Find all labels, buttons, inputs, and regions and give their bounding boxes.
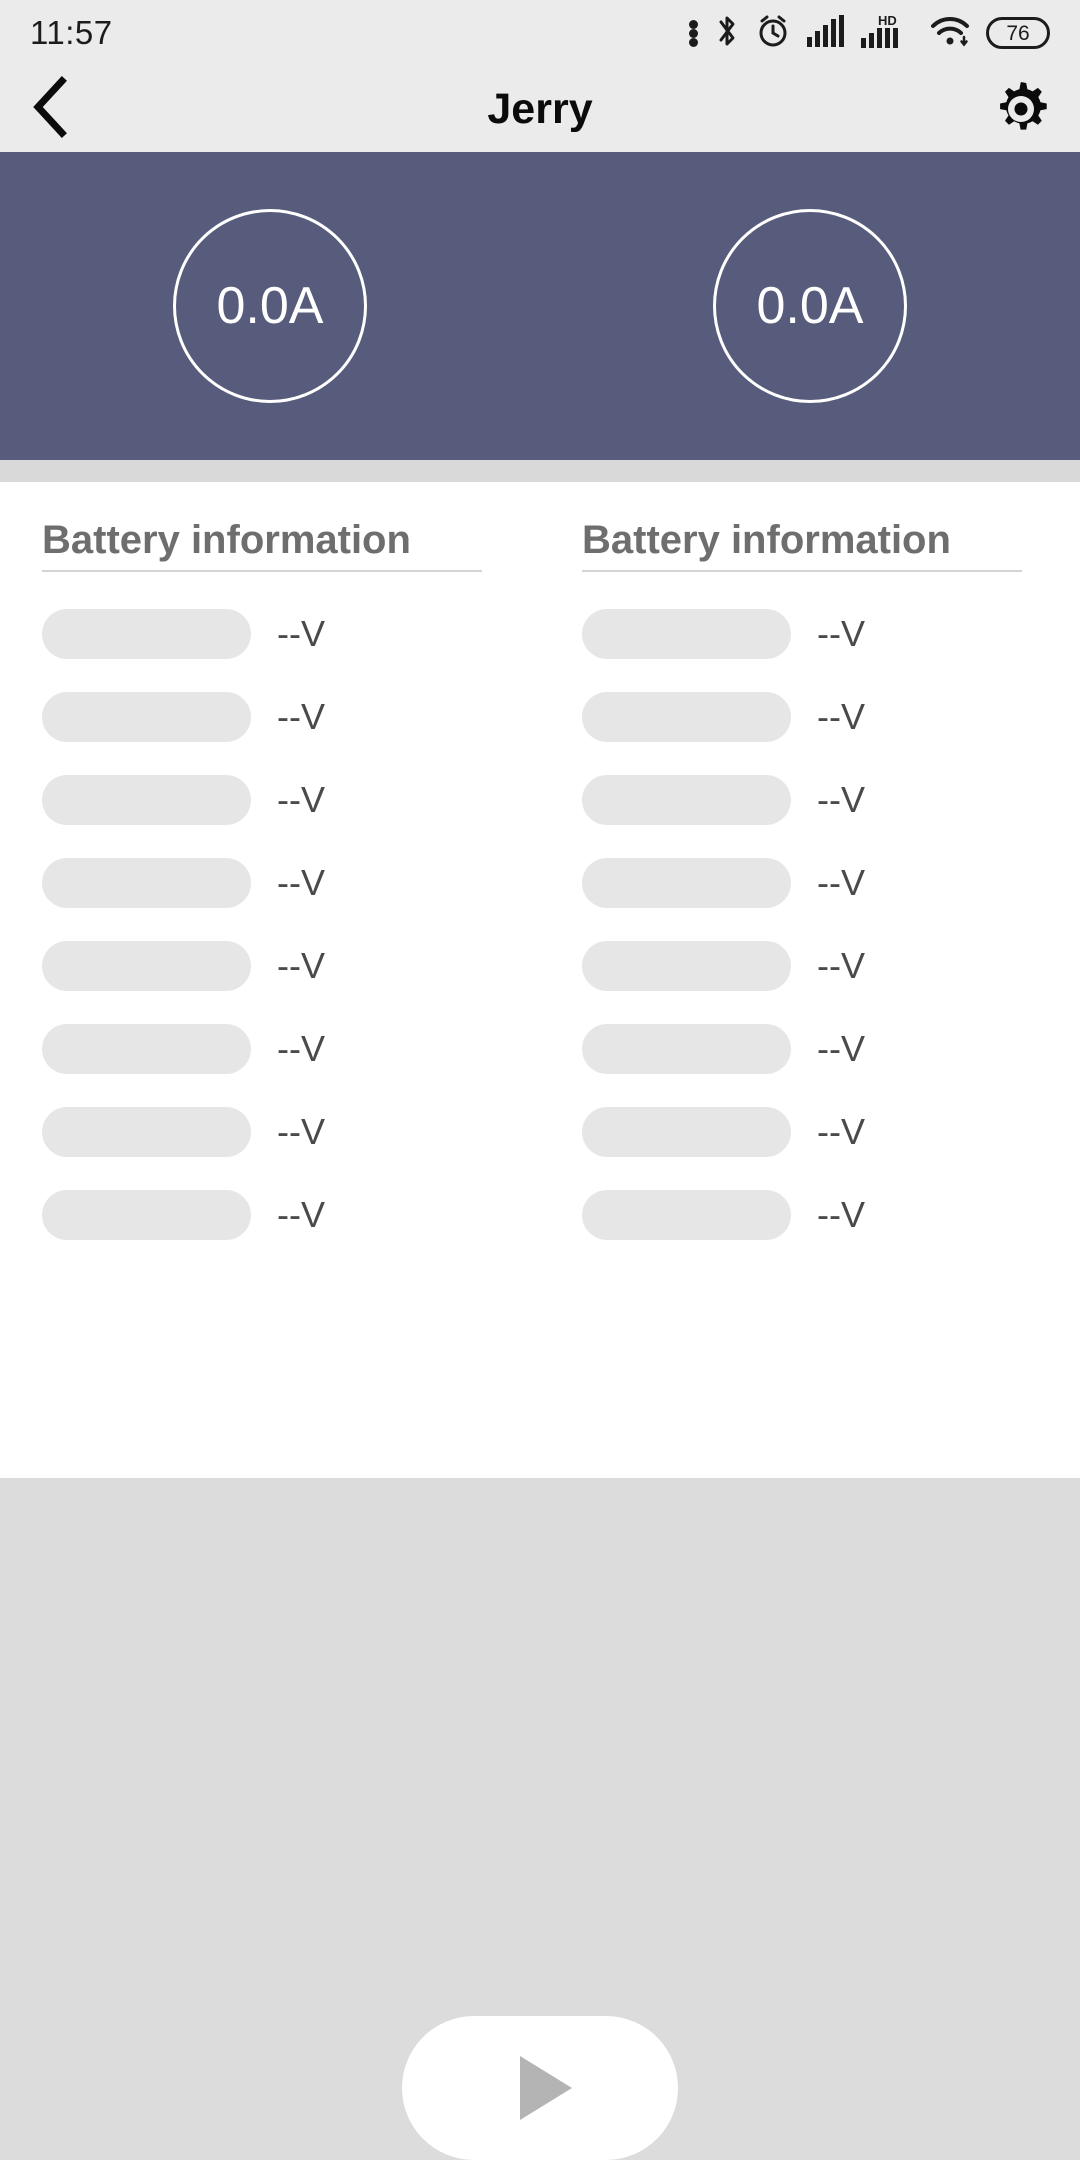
chevron-left-icon <box>28 75 74 143</box>
battery-column-left-heading: Battery information <box>42 518 411 562</box>
status-bar-icons: HD 76 <box>689 13 1050 53</box>
cell-voltage-label: --V <box>817 779 865 820</box>
battery-info-card: Battery information --V --V --V --V --V <box>0 482 1080 1478</box>
svg-text:HD: HD <box>878 14 897 28</box>
gauge-wrap-right: 0.0A <box>540 152 1080 460</box>
current-gauge-left[interactable]: 0.0A <box>173 209 367 403</box>
home-nav-button[interactable] <box>402 2016 678 2160</box>
cell-voltage-label: --V <box>277 1028 325 1069</box>
cell-level-bar <box>42 692 251 742</box>
battery-column-right-heading: Battery information <box>582 518 951 562</box>
cell-level-bar <box>582 775 791 825</box>
battery-column-right-rule <box>582 570 1022 572</box>
list-item[interactable]: --V <box>42 770 540 830</box>
list-item[interactable]: --V <box>42 687 540 747</box>
status-bar: 11:57 HD 76 <box>0 0 1080 66</box>
bluetooth-icon <box>714 14 740 53</box>
play-triangle-icon <box>520 2056 572 2120</box>
cell-level-bar <box>42 775 251 825</box>
battery-level-label: 76 <box>1006 21 1030 45</box>
cell-voltage-label: --V <box>277 1194 325 1235</box>
battery-cell-list-left: --V --V --V --V --V --V --V --V <box>42 604 540 1245</box>
cell-voltage-label: --V <box>277 779 325 820</box>
battery-status-icon: 76 <box>986 17 1050 49</box>
alarm-clock-icon <box>756 14 790 53</box>
list-item[interactable]: --V <box>582 1185 1080 1245</box>
list-item[interactable]: --V <box>582 853 1080 913</box>
settings-button[interactable] <box>982 74 1052 144</box>
current-gauge-right[interactable]: 0.0A <box>713 209 907 403</box>
cell-level-bar <box>582 692 791 742</box>
cell-level-bar <box>42 609 251 659</box>
status-bar-time: 11:57 <box>30 14 113 51</box>
list-item[interactable]: --V <box>582 1102 1080 1162</box>
list-item[interactable]: --V <box>42 604 540 664</box>
cell-voltage-label: --V <box>817 613 865 654</box>
app-bar: Jerry <box>0 66 1080 152</box>
cell-level-bar <box>582 858 791 908</box>
wifi-icon <box>930 15 970 52</box>
cell-voltage-label: --V <box>817 945 865 986</box>
hd-volte-signal-icon: HD <box>860 13 914 53</box>
cell-level-bar <box>582 941 791 991</box>
list-item[interactable]: --V <box>42 1185 540 1245</box>
cell-level-bar <box>42 858 251 908</box>
cell-level-bar <box>42 941 251 991</box>
cell-voltage-label: --V <box>817 696 865 737</box>
current-gauge-left-value: 0.0A <box>216 277 324 335</box>
list-item[interactable]: --V <box>582 1019 1080 1079</box>
battery-column-left: Battery information --V --V --V --V --V <box>0 482 540 1478</box>
page-title: Jerry <box>487 84 593 133</box>
cell-voltage-label: --V <box>277 1111 325 1152</box>
cell-voltage-label: --V <box>817 1111 865 1152</box>
battery-cell-list-right: --V --V --V --V --V --V --V --V <box>582 604 1080 1245</box>
cellular-signal-icon <box>806 14 844 52</box>
notification-dots-icon <box>689 19 698 47</box>
gauge-wrap-left: 0.0A <box>0 152 540 460</box>
list-item[interactable]: --V <box>582 604 1080 664</box>
cell-voltage-label: --V <box>277 862 325 903</box>
cell-level-bar <box>582 1190 791 1240</box>
list-item[interactable]: --V <box>582 687 1080 747</box>
battery-column-right: Battery information --V --V --V --V --V <box>540 482 1080 1478</box>
list-item[interactable]: --V <box>42 853 540 913</box>
list-item[interactable]: --V <box>582 770 1080 830</box>
bottom-empty-area <box>0 1478 1080 2160</box>
cell-voltage-label: --V <box>817 862 865 903</box>
list-item[interactable]: --V <box>582 936 1080 996</box>
current-gauge-right-value: 0.0A <box>756 277 864 335</box>
list-item[interactable]: --V <box>42 1019 540 1079</box>
cell-level-bar <box>42 1190 251 1240</box>
cell-level-bar <box>42 1107 251 1157</box>
gear-icon <box>990 76 1052 143</box>
current-panel: 0.0A 0.0A <box>0 152 1080 460</box>
cell-voltage-label: --V <box>277 696 325 737</box>
cell-level-bar <box>582 1107 791 1157</box>
cell-level-bar <box>582 609 791 659</box>
back-button[interactable] <box>28 74 98 144</box>
panel-divider <box>0 460 1080 482</box>
cell-voltage-label: --V <box>277 945 325 986</box>
cell-voltage-label: --V <box>817 1028 865 1069</box>
list-item[interactable]: --V <box>42 936 540 996</box>
battery-column-left-rule <box>42 570 482 572</box>
cell-level-bar <box>42 1024 251 1074</box>
cell-level-bar <box>582 1024 791 1074</box>
cell-voltage-label: --V <box>817 1194 865 1235</box>
list-item[interactable]: --V <box>42 1102 540 1162</box>
cell-voltage-label: --V <box>277 613 325 654</box>
